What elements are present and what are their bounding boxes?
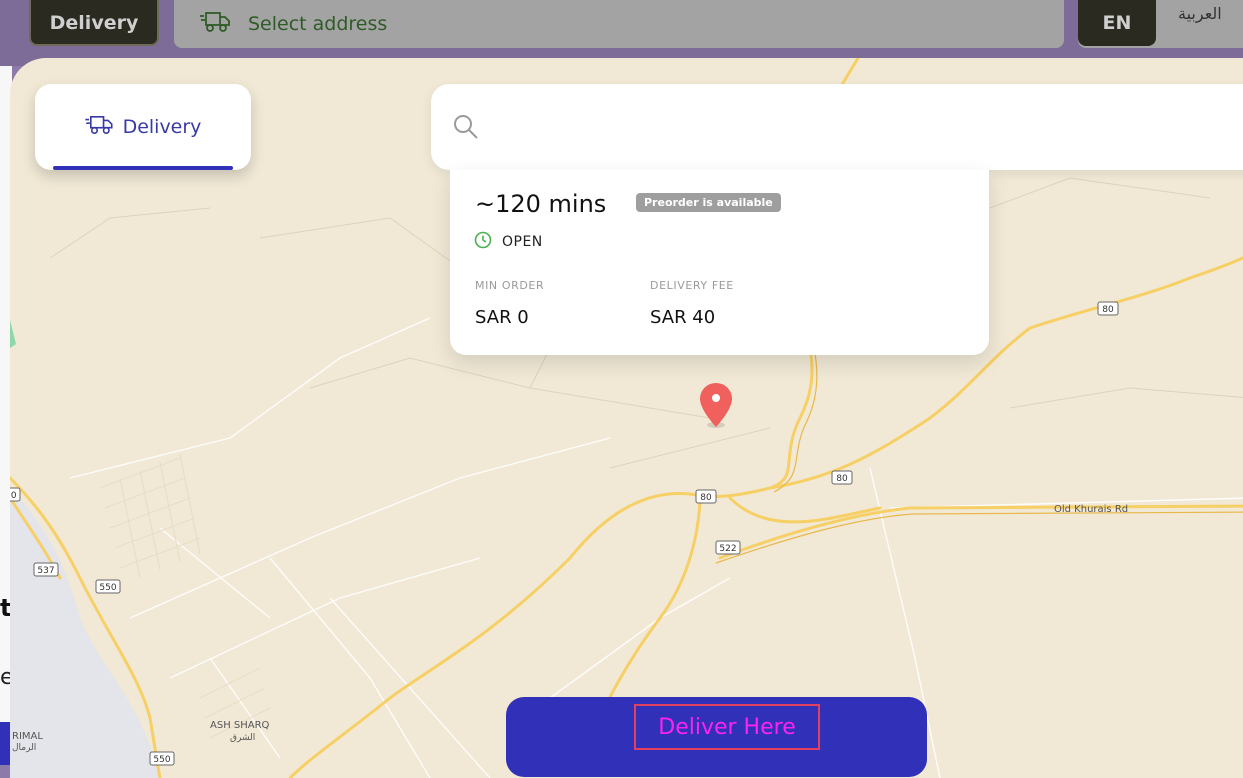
delivery-tab-label: Delivery [122, 116, 202, 138]
search-icon [453, 114, 479, 144]
road-shield-label: 80 [1102, 305, 1114, 315]
lang-ar-button[interactable]: العربية [1178, 4, 1222, 23]
deliver-here-button[interactable]: Deliver Here [506, 697, 927, 777]
place-label-ar: الرمال [12, 743, 36, 753]
lang-en-label: EN [1102, 12, 1132, 34]
road-shield-label: 537 [37, 566, 54, 576]
road-shield: 80 [831, 470, 853, 485]
min-order-value: SAR 0 [475, 307, 529, 328]
road-shield-label: 80 [836, 474, 848, 484]
top-bar: Delivery Select address EN العربية [0, 0, 1243, 66]
place-label: ASH SHARQ [210, 720, 270, 731]
store-status-label: OPEN [502, 234, 543, 250]
road-shield-label: 550 [153, 755, 170, 765]
min-order-label: MIN ORDER [475, 279, 545, 292]
active-tab-indicator [53, 166, 233, 170]
store-info-card: ~120 mins Preorder is available OPEN MIN… [450, 170, 989, 355]
clock-icon [474, 231, 492, 253]
road-shield: 522 [715, 540, 741, 555]
road-shield: 80 [695, 489, 717, 504]
preorder-badge: Preorder is available [636, 193, 781, 212]
delivery-tab[interactable]: Delivery [35, 84, 251, 170]
store-status: OPEN [474, 231, 543, 253]
place-label: RIMAL [12, 731, 43, 742]
road-shield: 550 [149, 751, 175, 766]
address-placeholder: Select address [248, 13, 388, 35]
location-pin-icon[interactable] [698, 381, 734, 433]
road-name-label: Old Khurais Rd [1054, 504, 1128, 515]
road-shield: 537 [33, 562, 59, 577]
search-input[interactable] [491, 106, 1235, 148]
delivery-truck-icon [200, 11, 230, 38]
road-shield: 550 [95, 579, 121, 594]
map-panel[interactable]: 80 80 80 522 537 550 0 550 Old Khurais R… [10, 58, 1243, 778]
place-label-ar: الشرق [230, 733, 255, 743]
road-shield-label: 80 [700, 493, 712, 503]
road-shield-label: 550 [99, 583, 116, 593]
delivery-fee-value: SAR 40 [650, 307, 716, 328]
road-shield: 80 [1097, 301, 1119, 316]
delivery-eta: ~120 mins [475, 190, 607, 218]
delivery-truck-icon [84, 115, 113, 140]
order-mode-button[interactable]: Delivery [29, 0, 159, 46]
road-shield: 550 [10, 487, 21, 502]
delivery-fee-label: DELIVERY FEE [650, 279, 734, 292]
deliver-here-label: Deliver Here [634, 704, 820, 750]
map-search-box [431, 84, 1243, 170]
lang-en-button[interactable]: EN [1078, 0, 1156, 46]
road-shield-label: 550 [10, 491, 17, 501]
order-mode-label: Delivery [49, 12, 139, 34]
select-address-button[interactable]: Select address [174, 0, 1064, 48]
language-switcher: EN العربية [1078, 0, 1243, 48]
road-shield-label: 522 [719, 544, 736, 554]
